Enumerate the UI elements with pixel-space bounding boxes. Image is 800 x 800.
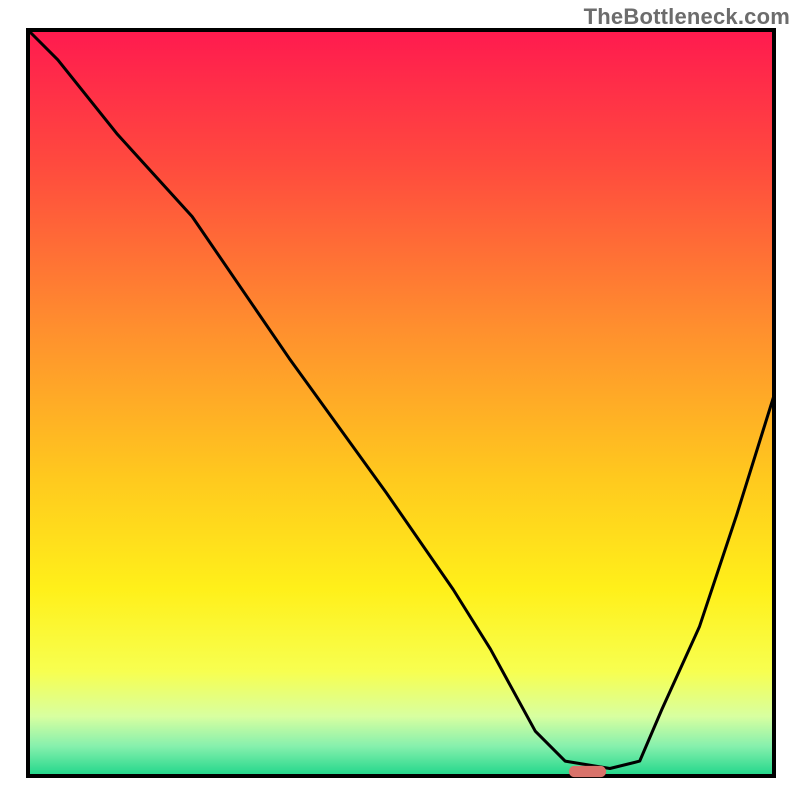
chart-container: TheBottleneck.com xyxy=(0,0,800,800)
plot-background xyxy=(28,30,774,776)
optimal-marker xyxy=(569,766,606,777)
bottleneck-chart xyxy=(0,0,800,800)
watermark-label: TheBottleneck.com xyxy=(584,4,790,30)
